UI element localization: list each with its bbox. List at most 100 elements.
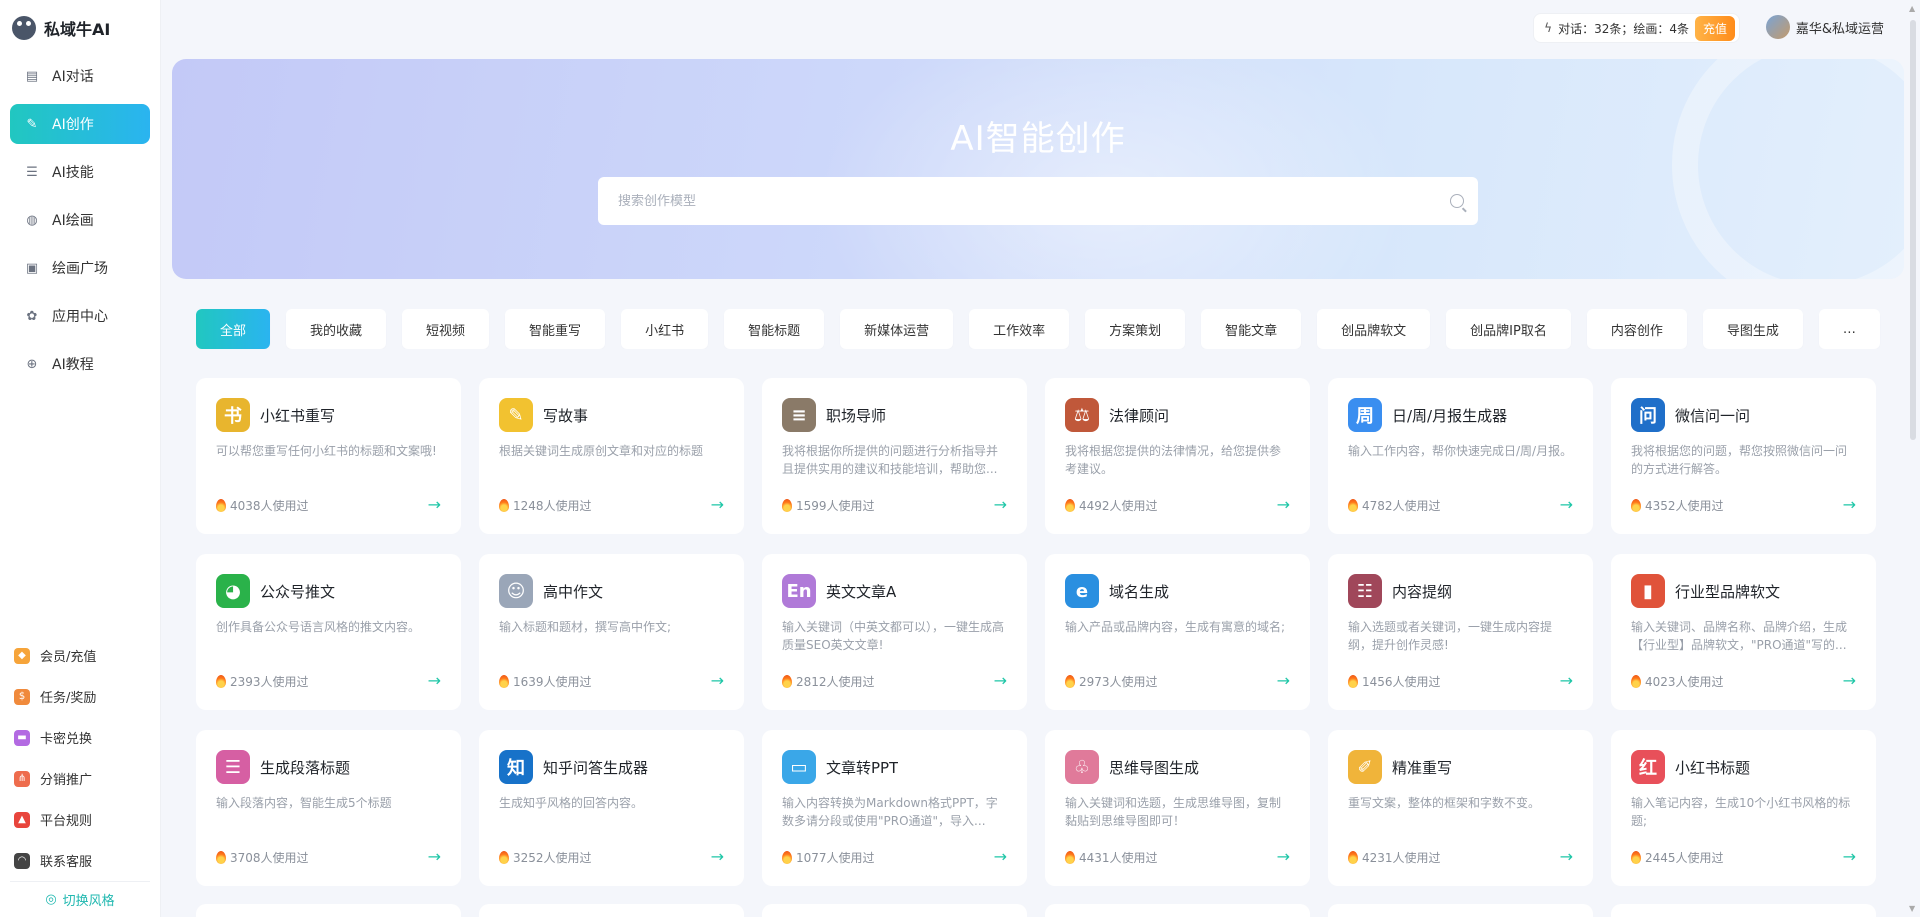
card-description: 输入工作内容，帮你快速完成日/周/月报。 <box>1348 444 1573 458</box>
bottom-nav-item-1[interactable]: $ 任务/奖励 <box>14 676 146 717</box>
arrow-right-icon[interactable]: → <box>1843 849 1856 865</box>
arrow-right-icon[interactable]: → <box>711 497 724 513</box>
card-header: e 域名生成 <box>1065 574 1290 608</box>
card-description: 根据关键词生成原创文章和对应的标题 <box>499 444 704 458</box>
model-card[interactable]: 周日/周/月报生成器 输入工作内容，帮你快速完成日/周/月报。 4782人使用过 → <box>1328 378 1593 534</box>
fire-icon <box>782 674 792 688</box>
usage-text: 1639人使用过 <box>513 674 592 689</box>
category-tab[interactable]: 小红书 <box>621 309 709 349</box>
switch-style-button[interactable]: ◎ 切换风格 <box>10 881 150 917</box>
model-card[interactable]: ♧ 思维导图生成 输入关键词和选题，生成思维导图，复制黏贴到思维导图即可！ 4431人… <box>1045 730 1310 886</box>
search-input[interactable] <box>618 193 1450 209</box>
arrow-right-icon[interactable]: → <box>1843 497 1856 513</box>
card-title: 写故事 <box>543 406 589 425</box>
arrow-right-icon[interactable]: → <box>994 673 1007 689</box>
model-card[interactable]: ▭ 文章转PPT 输入内容转换为Markdown格式PPT，字数多请分段或使用"PR… <box>762 730 1027 886</box>
sidebar-item-4[interactable]: ▣ 绘画广场 <box>10 248 150 288</box>
sidebar-item-5[interactable]: ✿ 应用中心 <box>10 296 150 336</box>
card-icon: ▬ <box>14 729 30 746</box>
lightning-icon: ϟ <box>1544 21 1553 35</box>
model-card[interactable]: ▮ 行业型品牌软文 输入关键词、品牌名称、品牌介绍，生成【行业型】品牌软文，"PRO… <box>1611 554 1876 710</box>
scroll-up-icon[interactable]: ▲ <box>1909 4 1915 13</box>
arrow-right-icon[interactable]: → <box>1277 849 1290 865</box>
bottom-nav-item-3[interactable]: ⋔ 分销推广 <box>14 758 146 799</box>
arrow-right-icon[interactable]: → <box>1843 673 1856 689</box>
card-footer: 1599人使用过 → <box>782 496 1007 514</box>
category-tab[interactable]: 我的收藏 <box>286 309 387 349</box>
model-card[interactable]: 书小红书重写 可以帮您重写任何小红书的标题和文案哦! 4038人使用过 → <box>196 378 461 534</box>
category-tab[interactable]: 创品牌软文 <box>1317 309 1431 349</box>
model-card[interactable]: ☰ 生成段落标题 输入段落内容，智能生成5个标题 3708人使用过 → <box>196 730 461 886</box>
arrow-right-icon[interactable]: → <box>711 849 724 865</box>
model-card[interactable]: 问微信问一问 我将根据您的问题，帮您按照微信问一问的方式进行解答。 4352人使用过… <box>1611 378 1876 534</box>
arrow-right-icon[interactable]: → <box>994 849 1007 865</box>
user-menu[interactable]: 嘉华&私域运营 <box>1765 15 1884 39</box>
page-scrollbar[interactable]: ▲ ▼ <box>1906 0 1920 917</box>
sidebar-item-1[interactable]: ✎ AI创作 <box>10 104 150 144</box>
model-card[interactable]: 红小红书标题 输入笔记内容，生成10个小红书风格的标题; 2445人使用过 → <box>1611 730 1876 886</box>
card-title: 高中作文 <box>543 582 604 601</box>
fire-icon <box>216 498 226 512</box>
reward-icon: $ <box>14 688 30 705</box>
category-tab[interactable]: … <box>1818 309 1880 349</box>
arrow-right-icon[interactable]: → <box>1560 673 1573 689</box>
sidebar-item-6[interactable]: ⊕ AI教程 <box>10 344 150 384</box>
card-title: 小红书标题 <box>1675 758 1751 777</box>
arrow-right-icon[interactable]: → <box>428 849 441 865</box>
bottom-nav-item-2[interactable]: ▬ 卡密兑换 <box>14 717 146 758</box>
category-tab[interactable]: 创品牌IP取名 <box>1446 309 1571 349</box>
card-header: 书小红书重写 <box>216 398 441 432</box>
category-tab[interactable]: 短视频 <box>402 309 490 349</box>
category-tab[interactable]: 内容创作 <box>1586 309 1687 349</box>
sidebar-item-2[interactable]: ☰ AI技能 <box>10 152 150 192</box>
arrow-right-icon[interactable]: → <box>994 497 1007 513</box>
usage-text: 4231人使用过 <box>1362 850 1441 865</box>
model-card[interactable]: e 域名生成 输入产品或品牌内容，生成有寓意的域名; 2973人使用过 → <box>1045 554 1310 710</box>
scroll-thumb[interactable] <box>1910 20 1916 440</box>
arrow-right-icon[interactable]: → <box>1560 497 1573 513</box>
usage-count: 1248人使用过 <box>499 497 592 514</box>
model-card[interactable]: ☺ 高中作文 输入标题和题材，撰写高中作文; 1639人使用过 → <box>479 554 744 710</box>
arrow-right-icon[interactable]: → <box>711 673 724 689</box>
card-description: 输入关键词（中英文都可以），一键生成高质量SEO英文文章! <box>782 620 1005 652</box>
model-card[interactable]: ✐ 精准重写 重写文案，整体的框架和字数不变。 4231人使用过 → <box>1328 730 1593 886</box>
category-tab[interactable]: 新媒体运营 <box>840 309 954 349</box>
sidebar-item-label: AI创作 <box>52 117 94 133</box>
arrow-right-icon[interactable]: → <box>1560 849 1573 865</box>
arrow-right-icon[interactable]: → <box>1277 497 1290 513</box>
sidebar-item-0[interactable]: ▤ AI对话 <box>10 56 150 96</box>
category-tab[interactable]: 全部 <box>196 309 271 349</box>
card-header: ▭ 文章转PPT <box>782 750 1007 784</box>
user-name: 嘉华&私域运营 <box>1795 21 1884 37</box>
brand[interactable]: 私域牛AI <box>0 0 160 56</box>
bottom-nav-item-4[interactable]: ▲ 平台规则 <box>14 799 146 840</box>
arrow-right-icon[interactable]: → <box>428 497 441 513</box>
usage-count: 4352人使用过 <box>1631 497 1724 514</box>
model-card[interactable]: ◕ 公众号推文 创作具备公众号语言风格的推文内容。 2393人使用过 → <box>196 554 461 710</box>
usage-count: 1456人使用过 <box>1348 673 1441 690</box>
category-tab[interactable]: 工作效率 <box>969 309 1070 349</box>
category-tab[interactable]: 智能重写 <box>505 309 606 349</box>
model-card[interactable]: En 英文文章A 输入关键词（中英文都可以），一键生成高质量SEO英文文章! 2812… <box>762 554 1027 710</box>
bottom-nav-item-5[interactable]: ◠ 联系客服 <box>14 840 146 881</box>
model-card[interactable]: ✎ 写故事 根据关键词生成原创文章和对应的标题 1248人使用过 → <box>479 378 744 534</box>
model-card[interactable]: ⚖ 法律顾问 我将根据您提供的法律情况，给您提供参考建议。 4492人使用过 → <box>1045 378 1310 534</box>
model-card[interactable]: ☷ 内容提纲 输入选题或者关键词，一键生成内容提纲，提升创作灵感! 1456人使用过 → <box>1328 554 1593 710</box>
model-card[interactable]: 知知乎问答生成器 生成知乎风格的回答内容。 3252人使用过 → <box>479 730 744 886</box>
card-peek <box>762 904 1027 917</box>
usage-count: 3252人使用过 <box>499 849 592 866</box>
category-tab[interactable]: 导图生成 <box>1702 309 1803 349</box>
sidebar-item-3[interactable]: ◍ AI绘画 <box>10 200 150 240</box>
category-tab[interactable]: 方案策划 <box>1085 309 1186 349</box>
search-icon[interactable] <box>1450 194 1464 208</box>
arrow-right-icon[interactable]: → <box>1277 673 1290 689</box>
card-header: ☷ 内容提纲 <box>1348 574 1573 608</box>
bottom-nav-item-0[interactable]: ◆ 会员/充值 <box>14 635 146 676</box>
scroll-down-icon[interactable]: ▼ <box>1909 904 1915 913</box>
recharge-button[interactable]: 充值 <box>1694 15 1735 41</box>
model-card[interactable]: ≡ 职场导师 我将根据你所提供的问题进行分析指导并且提供实用的建议和技能培训，帮助您… <box>762 378 1027 534</box>
category-tab[interactable]: 智能标题 <box>724 309 825 349</box>
arrow-right-icon[interactable]: → <box>428 673 441 689</box>
category-tab[interactable]: 智能文章 <box>1201 309 1302 349</box>
card-footer: 4782人使用过 → <box>1348 496 1573 514</box>
